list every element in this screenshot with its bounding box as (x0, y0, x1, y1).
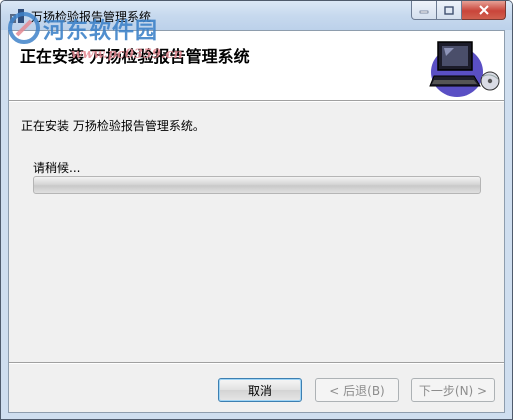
install-status-text: 正在安装 万扬检验报告管理系统。 (21, 119, 205, 133)
watermark-logo-icon (8, 12, 40, 44)
window-controls (411, 1, 506, 21)
close-icon (478, 5, 489, 15)
installer-window: 万扬检验报告管理系统 正在安装 万扬检验报告管理系统 正在安装 万扬检验报告管理… (0, 0, 513, 420)
minimize-button[interactable] (411, 1, 437, 20)
wait-label: 请稍候... (33, 161, 81, 175)
watermark-site-name: 河东软件园 (43, 19, 159, 44)
footer-divider (9, 362, 504, 364)
maximize-icon (444, 5, 454, 15)
close-button[interactable] (462, 1, 506, 20)
installer-body: 正在安装 万扬检验报告管理系统 正在安装 万扬检验报告管理系统。 请稍候... … (8, 30, 505, 413)
cancel-button[interactable]: 取消 (218, 378, 302, 402)
next-button[interactable]: 下一步(N) > (411, 378, 495, 402)
computer-icon (429, 41, 500, 97)
watermark-site-url: www.pc0359.cn (71, 47, 183, 62)
install-progress-bar (33, 176, 481, 194)
maximize-button[interactable] (437, 1, 462, 20)
minimize-icon (419, 10, 429, 14)
back-button[interactable]: < 后退(B) (315, 378, 399, 402)
banner-divider (9, 100, 504, 102)
